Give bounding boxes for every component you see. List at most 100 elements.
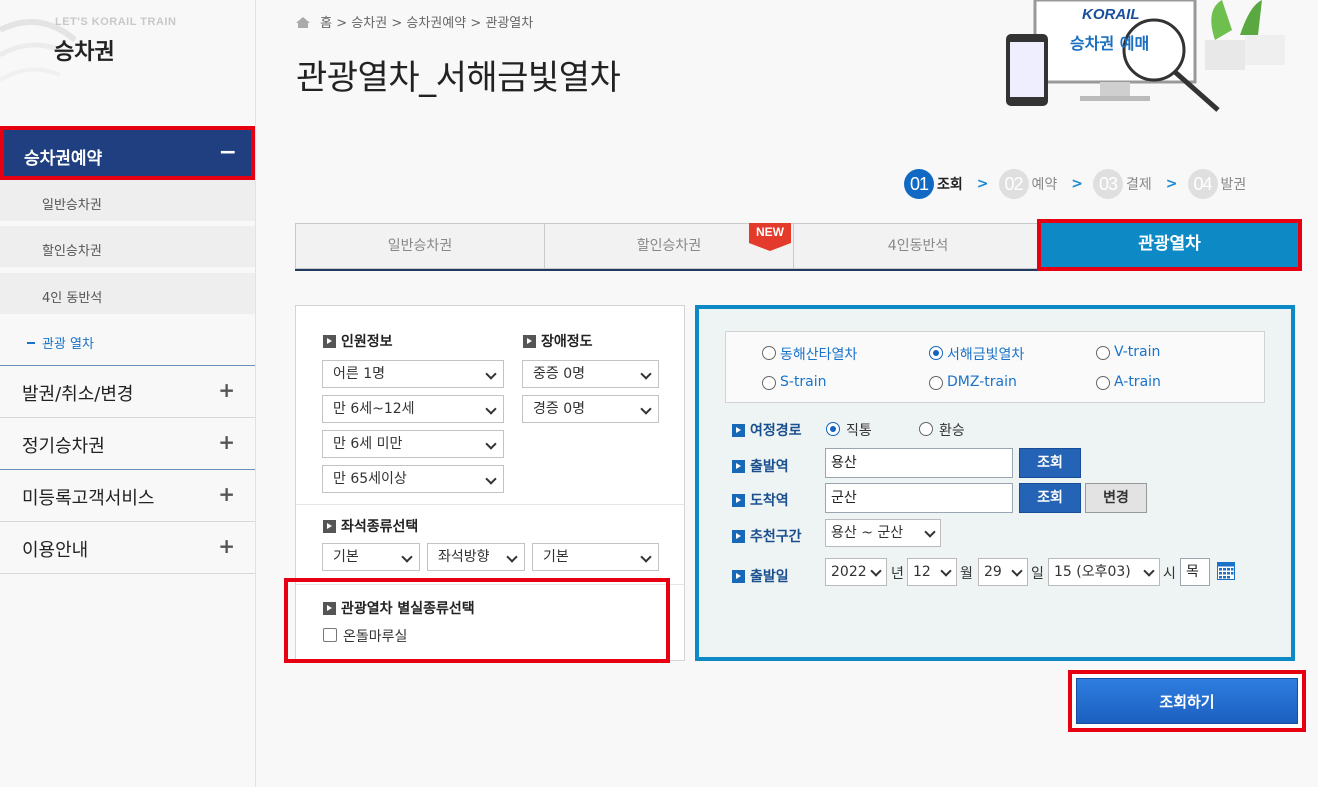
sidebar-subitem-label: 4인 동반석 bbox=[42, 291, 103, 306]
adult-count-select[interactable]: 어른 1명 bbox=[322, 360, 504, 388]
bullet-arrow-icon bbox=[732, 423, 745, 437]
seat-direction-select[interactable]: 좌석방향 bbox=[427, 543, 525, 571]
heading-text: 장애정도 bbox=[541, 334, 593, 350]
train-label[interactable]: 동해산타열차 bbox=[780, 344, 857, 364]
sidebar-title: 승차권 bbox=[54, 40, 115, 65]
sidebar-subitem-discount[interactable]: 할인승차권 bbox=[0, 226, 255, 270]
sidebar-subitem-tour-train[interactable]: 관광 열차 bbox=[0, 320, 255, 366]
sidebar-subitem-family-seat[interactable]: 4인 동반석 bbox=[0, 273, 255, 317]
senior-count-select[interactable]: 만 65세이상 bbox=[322, 465, 504, 493]
train-label[interactable]: 서해금빛열차 bbox=[947, 344, 1024, 364]
home-icon[interactable] bbox=[296, 17, 310, 28]
hero-logo: KORAIL bbox=[1082, 6, 1140, 23]
breadcrumb-item: 관광열차 bbox=[485, 16, 534, 31]
heading-text: 여정경로 bbox=[750, 423, 802, 439]
year-select[interactable]: 2022 bbox=[825, 558, 887, 586]
date-heading: 출발일 bbox=[732, 566, 789, 586]
bullet-arrow-icon bbox=[323, 334, 336, 348]
collapse-icon[interactable]: − bbox=[219, 140, 237, 165]
app-window: LET'S KORAIL TRAIN 승차권 승차권예약 − 일반승차권 할인승… bbox=[0, 0, 1318, 787]
step-payment: 03 결제 > bbox=[1093, 169, 1178, 199]
bullet-arrow-icon bbox=[732, 529, 745, 543]
expand-icon[interactable]: + bbox=[218, 430, 235, 454]
breadcrumb-item[interactable]: 홈 bbox=[320, 16, 332, 31]
train-label[interactable]: S-train bbox=[780, 374, 827, 390]
train-label[interactable]: A-train bbox=[1114, 374, 1161, 390]
hour-unit: 시 bbox=[1163, 566, 1176, 582]
train-label[interactable]: V-train bbox=[1114, 344, 1160, 360]
departure-search-button[interactable]: 조회 bbox=[1019, 448, 1081, 478]
severe-disability-select[interactable]: 중증 0명 bbox=[522, 360, 659, 388]
divider bbox=[296, 504, 684, 505]
train-label[interactable]: DMZ-train bbox=[947, 374, 1017, 390]
search-trains-button[interactable]: 조회하기 bbox=[1076, 678, 1298, 724]
step-number: 02 bbox=[998, 169, 1029, 199]
sidebar-brand: LET'S KORAIL TRAIN bbox=[55, 16, 177, 28]
seat-position-select[interactable]: 기본 bbox=[532, 543, 659, 571]
heading-text: 추천구간 bbox=[750, 529, 802, 545]
expand-icon[interactable]: + bbox=[218, 378, 235, 402]
step-search: 01 조회 > bbox=[904, 169, 989, 199]
step-number: 04 bbox=[1187, 169, 1218, 199]
tab-tour-train[interactable]: 관광열차 bbox=[1037, 219, 1302, 271]
progress-steps: 01 조회 > 02 예약 > 03 결제 > 04 발권 bbox=[904, 168, 1256, 200]
sidebar-item-label: 발권/취소/변경 bbox=[22, 384, 134, 405]
train-type-group: 동해산타열차 서해금빛열차 V-train S-train DMZ-train … bbox=[725, 331, 1265, 403]
train-radio-vtrain[interactable] bbox=[1096, 346, 1110, 360]
train-radio-strain[interactable] bbox=[762, 376, 776, 390]
sidebar-item-label: 정기승차권 bbox=[22, 436, 105, 457]
sidebar-item-guide[interactable]: 이용안내 + bbox=[0, 522, 255, 574]
route-transfer-radio[interactable] bbox=[919, 422, 933, 436]
sidebar-item-commuter[interactable]: 정기승차권 + bbox=[0, 418, 255, 470]
month-select[interactable]: 12 bbox=[907, 558, 957, 586]
breadcrumb-item[interactable]: 승차권 bbox=[351, 16, 387, 31]
breadcrumb-sep: > bbox=[470, 16, 482, 31]
sidebar-item-ticket-reservation[interactable]: 승차권예약 − bbox=[0, 126, 255, 180]
train-radio-seohae[interactable] bbox=[929, 346, 943, 360]
sidebar-subitem-label: 일반승차권 bbox=[42, 198, 102, 213]
bullet-arrow-icon bbox=[732, 569, 745, 583]
page-title: 관광열차_서해금빛열차 bbox=[296, 58, 621, 98]
tab-family-seat[interactable]: 4인동반석 bbox=[793, 223, 1043, 269]
route-transfer-label[interactable]: 환승 bbox=[939, 420, 965, 440]
heading-text: 좌석종류선택 bbox=[341, 519, 419, 535]
toddler-count-select[interactable]: 만 6세 미만 bbox=[322, 430, 504, 458]
expand-icon[interactable]: + bbox=[218, 534, 235, 558]
route-direct-label[interactable]: 직통 bbox=[846, 420, 872, 440]
train-radio-dmz[interactable] bbox=[929, 376, 943, 390]
train-radio-donghae[interactable] bbox=[762, 346, 776, 360]
chevron-right-icon: > bbox=[1165, 176, 1178, 192]
sidebar-item-issue-cancel[interactable]: 발권/취소/변경 + bbox=[0, 366, 255, 418]
departure-station-input[interactable]: 용산 bbox=[825, 448, 1013, 478]
expand-icon[interactable]: + bbox=[218, 482, 235, 506]
recommended-section-select[interactable]: 용산 ~ 군산 bbox=[825, 519, 941, 547]
breadcrumb-item[interactable]: 승차권예약 bbox=[406, 16, 466, 31]
bullet-arrow-icon bbox=[732, 493, 745, 507]
step-issue: 04 발권 bbox=[1187, 169, 1246, 199]
route-direct-radio[interactable] bbox=[826, 422, 840, 436]
sidebar-subitem-regular[interactable]: 일반승차권 bbox=[0, 180, 255, 224]
seat-class-select[interactable]: 기본 bbox=[322, 543, 420, 571]
child-count-select[interactable]: 만 6세~12세 bbox=[322, 395, 504, 423]
swap-stations-button[interactable]: 변경 bbox=[1085, 483, 1147, 513]
day-select[interactable]: 29 bbox=[978, 558, 1028, 586]
chevron-right-icon: > bbox=[976, 176, 989, 192]
sidebar-item-label: 미등록고객서비스 bbox=[22, 488, 155, 509]
sidebar-item-guest-service[interactable]: 미등록고객서비스 + bbox=[0, 470, 255, 522]
hour-select[interactable]: 15 (오후03) bbox=[1048, 558, 1160, 586]
tab-regular[interactable]: 일반승차권 bbox=[295, 223, 545, 269]
sidebar-item-label: 이용안내 bbox=[22, 540, 89, 561]
heading-text: 출발역 bbox=[750, 459, 789, 475]
departure-heading: 출발역 bbox=[732, 456, 789, 476]
arrival-station-input[interactable]: 군산 bbox=[825, 483, 1013, 513]
arrival-heading: 도착역 bbox=[732, 490, 789, 510]
step-label: 결제 bbox=[1126, 177, 1152, 193]
seat-type-heading: 좌석종류선택 bbox=[323, 516, 418, 536]
calendar-icon[interactable] bbox=[1217, 562, 1235, 580]
train-radio-atrain[interactable] bbox=[1096, 376, 1110, 390]
arrival-search-button[interactable]: 조회 bbox=[1019, 483, 1081, 513]
step-reserve: 02 예약 > bbox=[998, 169, 1083, 199]
bullet-arrow-icon bbox=[732, 459, 745, 473]
mild-disability-select[interactable]: 경증 0명 bbox=[522, 395, 659, 423]
disability-heading: 장애정도 bbox=[523, 331, 593, 351]
